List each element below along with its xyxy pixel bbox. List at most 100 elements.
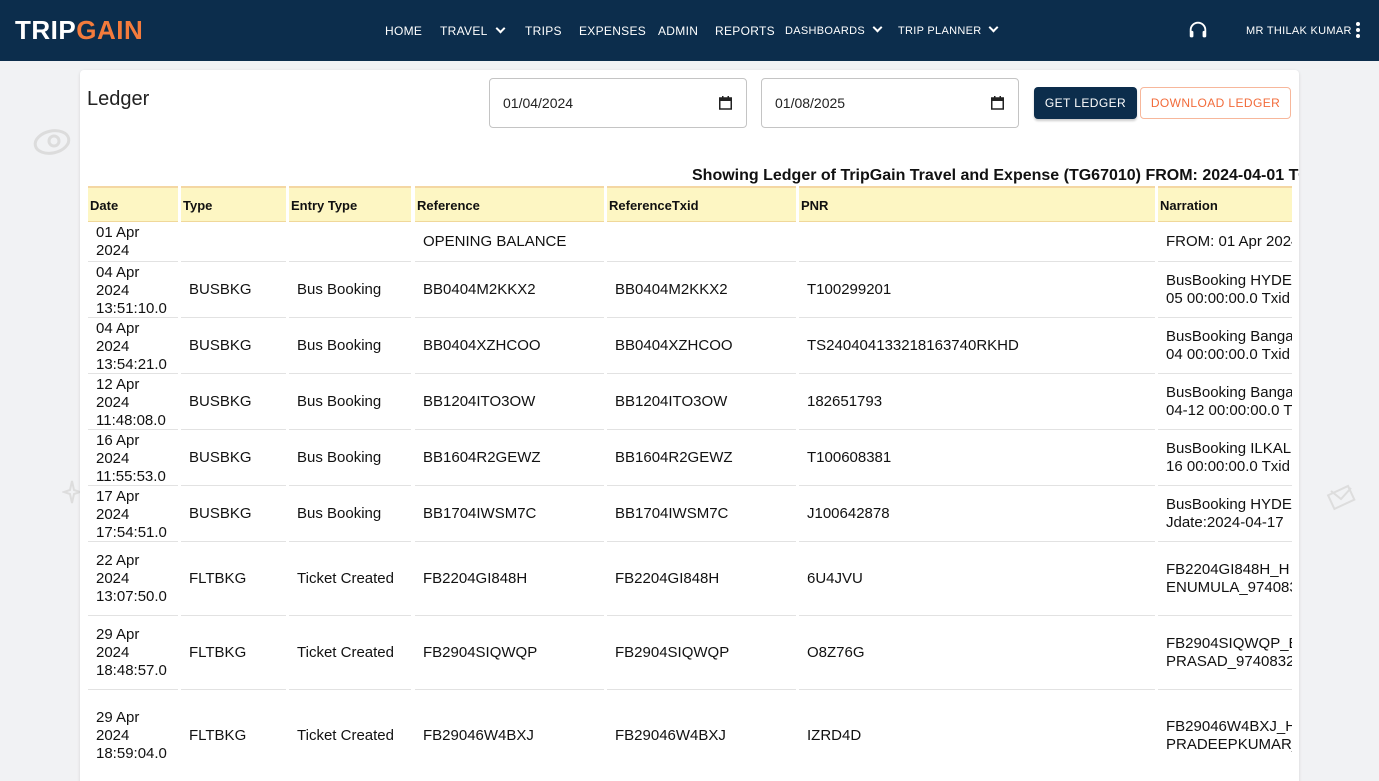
cell-reference-txid: BB1704IWSM7C <box>607 486 796 542</box>
cell-narration-text: FB2204GI848H_H ENUMULA_974083 <box>1166 561 1292 596</box>
cell-date-text: 22 Apr 2024 13:07:50.0 <box>96 552 167 605</box>
cell-pnr-text: IZRD4D <box>807 727 862 744</box>
nav-admin-label: ADMIN <box>658 24 699 38</box>
nav-trips-label: TRIPS <box>525 24 562 38</box>
calendar-icon[interactable] <box>719 96 732 110</box>
cell-entry-type: Bus Booking <box>289 374 411 430</box>
column-header-type[interactable]: Type <box>181 186 286 222</box>
cell-reference: BB1204ITO3OW <box>415 374 604 430</box>
cell-type: BUSBKG <box>181 430 286 486</box>
cell-pnr: IZRD4D <box>799 690 1155 781</box>
cell-type: BUSBKG <box>181 318 286 374</box>
cell-narration: FB29046W4BXJ_H PRADEEPKUMAR_ <box>1158 690 1292 781</box>
cell-entry-type-text: Bus Booking <box>297 449 382 466</box>
cell-reference-txid-text: FB29046W4BXJ <box>615 727 726 744</box>
column-header-reference[interactable]: Reference <box>415 186 604 222</box>
column-header-entry-type[interactable]: Entry Type <box>289 186 411 222</box>
cell-reference-txid-text: FB2204GI848H <box>615 570 720 587</box>
cell-entry-type-text: Ticket Created <box>297 727 394 744</box>
cell-type: BUSBKG <box>181 374 286 430</box>
cell-entry-type-text: Bus Booking <box>297 393 382 410</box>
from-date-value: 01/04/2024 <box>503 95 574 111</box>
cell-entry-type: Bus Booking <box>289 486 411 542</box>
cell-entry-type: Ticket Created <box>289 616 411 690</box>
table-row[interactable]: 04 Apr 2024 13:54:21.0 BUSBKG Bus Booking B… <box>88 318 1292 374</box>
cell-type: BUSBKG <box>181 262 286 318</box>
ledger-table: Date Type Entry Type Reference ReferenceTxid… <box>88 186 1292 781</box>
table-row[interactable]: 29 Apr 2024 18:48:57.0 FLTBKG Ticket Creat… <box>88 616 1292 690</box>
ledger-card: Ledger 01/04/2024 01/08/2025 GET LEDGER … <box>80 70 1299 781</box>
table-row[interactable]: 16 Apr 2024 11:55:53.0 BUSBKG Bus Booking B… <box>88 430 1292 486</box>
cell-reference-txid-text: BB1204ITO3OW <box>615 393 728 410</box>
cell-pnr: TS240404133218163740RKHD <box>799 318 1155 374</box>
get-ledger-button[interactable]: GET LEDGER <box>1034 87 1137 119</box>
user-name[interactable]: MR THILAK KUMAR <box>1246 24 1352 38</box>
nav-trip-planner-label: TRIP PLANNER <box>898 25 982 37</box>
cell-reference-txid: FB29046W4BXJ <box>607 690 796 781</box>
table-row[interactable]: 17 Apr 2024 17:54:51.0 BUSBKG Bus Booking B… <box>88 486 1292 542</box>
cell-entry-type-text: Ticket Created <box>297 570 394 587</box>
cell-narration-text: FB29046W4BXJ_H PRADEEPKUMAR_ <box>1166 718 1292 753</box>
cell-type <box>181 222 286 262</box>
headset-icon[interactable] <box>1187 19 1209 41</box>
cell-narration: BusBooking Banga 04 00:00:00.0 Txid <box>1158 318 1292 374</box>
nav-home[interactable]: HOME <box>385 24 422 38</box>
from-date-input[interactable]: 01/04/2024 <box>489 78 747 128</box>
column-header-date[interactable]: Date <box>88 186 178 222</box>
cell-type-text: FLTBKG <box>189 727 247 744</box>
cell-type-text: BUSBKG <box>189 449 252 466</box>
column-header-label: Reference <box>417 198 480 213</box>
nav-travel[interactable]: TRAVEL <box>440 23 506 38</box>
cell-narration-text: BusBooking Banga 04-12 00:00:00.0 T <box>1166 384 1292 419</box>
cell-narration: BusBooking HYDE Jdate:2024-04-17 <box>1158 486 1292 542</box>
cell-narration-text: BusBooking HYDE 05 00:00:00.0 Txid <box>1166 272 1292 307</box>
calendar-icon[interactable] <box>991 96 1004 110</box>
table-row[interactable]: 12 Apr 2024 11:48:08.0 BUSBKG Bus Booking B… <box>88 374 1292 430</box>
nav-home-label: HOME <box>385 24 423 38</box>
nav-dashboards[interactable]: DASHBOARDS <box>785 22 883 38</box>
cell-type-text: BUSBKG <box>189 505 252 522</box>
main-nav: HOME TRAVEL TRIPS EXPENSES ADMIN REPORTS… <box>0 0 1379 61</box>
cell-narration-text: BusBooking ILKAL 16 00:00:00.0 Txid <box>1166 440 1292 475</box>
chevron-down-icon <box>872 22 883 33</box>
column-header-pnr[interactable]: PNR <box>799 186 1155 222</box>
cell-date: 01 Apr 2024 <box>88 222 178 262</box>
cell-type: FLTBKG <box>181 690 286 781</box>
table-row[interactable]: 04 Apr 2024 13:51:10.0 BUSBKG Bus Booking B… <box>88 262 1292 318</box>
cell-date-text: 01 Apr 2024 <box>96 224 140 259</box>
cell-date: 04 Apr 2024 13:54:21.0 <box>88 318 178 374</box>
cell-entry-type-text: Bus Booking <box>297 281 382 298</box>
cell-pnr-text: 182651793 <box>807 393 883 410</box>
nav-admin[interactable]: ADMIN <box>658 24 698 38</box>
table-row[interactable]: 29 Apr 2024 18:59:04.0 FLTBKG Ticket Creat… <box>88 690 1292 781</box>
cell-reference-text: BB0404XZHCOO <box>423 337 541 354</box>
cell-date: 22 Apr 2024 13:07:50.0 <box>88 542 178 616</box>
cell-reference-text: BB1204ITO3OW <box>423 393 536 410</box>
column-header-label: ReferenceTxid <box>609 198 699 213</box>
cell-reference: BB0404M2KKX2 <box>415 262 604 318</box>
column-header-reference-txid[interactable]: ReferenceTxid <box>607 186 796 222</box>
cell-reference-text: FB2204GI848H <box>423 570 528 587</box>
cell-reference-txid-text: BB0404XZHCOO <box>615 337 733 354</box>
nav-trips[interactable]: TRIPS <box>525 24 562 38</box>
cell-narration: BusBooking ILKAL 16 00:00:00.0 Txid <box>1158 430 1292 486</box>
more-vertical-icon[interactable] <box>1355 22 1361 40</box>
cell-pnr: O8Z76G <box>799 616 1155 690</box>
cell-type-text: BUSBKG <box>189 393 252 410</box>
table-row[interactable]: 22 Apr 2024 13:07:50.0 FLTBKG Ticket Creat… <box>88 542 1292 616</box>
cell-reference-text: FB2904SIQWQP <box>423 644 538 661</box>
cell-date: 29 Apr 2024 18:48:57.0 <box>88 616 178 690</box>
nav-expenses[interactable]: EXPENSES <box>579 24 646 38</box>
nav-trip-planner[interactable]: TRIP PLANNER <box>898 22 999 38</box>
cell-pnr-text: TS240404133218163740RKHD <box>807 337 1019 354</box>
cell-date-text: 29 Apr 2024 18:48:57.0 <box>96 626 167 679</box>
table-row[interactable]: 01 Apr 2024 OPENING BALANCE FROM: 01 Apr 2… <box>88 222 1292 262</box>
column-header-narration[interactable]: Narration <box>1158 186 1292 222</box>
nav-reports[interactable]: REPORTS <box>715 24 775 38</box>
download-ledger-button[interactable]: DOWNLOAD LEDGER <box>1140 87 1291 119</box>
cell-reference: FB2204GI848H <box>415 542 604 616</box>
to-date-input[interactable]: 01/08/2025 <box>761 78 1019 128</box>
cell-reference-txid-text: BB0404M2KKX2 <box>615 281 728 298</box>
cell-pnr: J100642878 <box>799 486 1155 542</box>
ledger-summary-text: Showing Ledger of TripGain Travel and Ex… <box>692 167 1299 184</box>
